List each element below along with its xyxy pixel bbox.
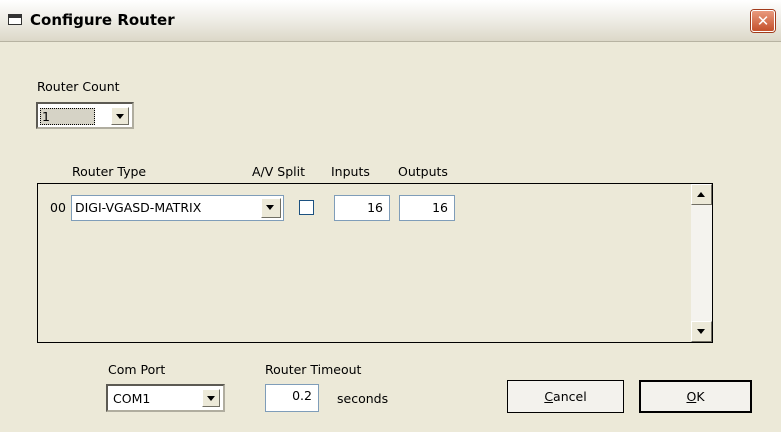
router-count-label: Router Count [37, 79, 120, 94]
chevron-down-icon[interactable] [202, 389, 220, 407]
vertical-scrollbar[interactable] [691, 184, 712, 342]
window-title: Configure Router [30, 11, 175, 29]
av-split-checkbox[interactable] [299, 200, 314, 215]
window-icon [8, 14, 22, 25]
column-header-inputs: Inputs [331, 164, 370, 179]
ok-mnemonic: O [686, 389, 697, 404]
outputs-field[interactable]: 16 [399, 195, 455, 221]
inputs-field[interactable]: 16 [334, 195, 390, 221]
column-header-av-split: A/V Split [252, 164, 306, 179]
title-bar[interactable]: Configure Router ✕ [0, 0, 781, 42]
chevron-down-icon[interactable] [261, 198, 281, 218]
ok-button[interactable]: OK [639, 380, 752, 413]
ok-label: K [696, 389, 705, 404]
router-count-value: 1 [40, 108, 95, 125]
router-type-value: DIGI-VGASD-MATRIX [75, 200, 202, 215]
cancel-label: ancel [553, 389, 587, 404]
com-port-label: Com Port [108, 362, 166, 377]
cancel-button[interactable]: Cancel [507, 380, 624, 413]
row-index: 00 [50, 200, 66, 215]
column-header-outputs: Outputs [398, 164, 448, 179]
router-timeout-field[interactable]: 0.2 [265, 384, 319, 412]
column-header-router-type: Router Type [72, 164, 147, 179]
cancel-mnemonic: C [544, 389, 554, 404]
chevron-down-icon[interactable] [111, 107, 129, 125]
com-port-value: COM1 [113, 391, 151, 406]
com-port-select[interactable]: COM1 [106, 384, 225, 412]
close-button[interactable]: ✕ [751, 10, 775, 32]
timeout-unit: seconds [337, 391, 389, 406]
scroll-down-button[interactable] [691, 321, 712, 342]
scroll-up-button[interactable] [691, 184, 712, 205]
router-type-select[interactable]: DIGI-VGASD-MATRIX [71, 195, 284, 221]
close-icon: ✕ [756, 12, 770, 30]
router-count-select[interactable]: 1 [36, 102, 134, 129]
router-timeout-label: Router Timeout [265, 362, 362, 377]
